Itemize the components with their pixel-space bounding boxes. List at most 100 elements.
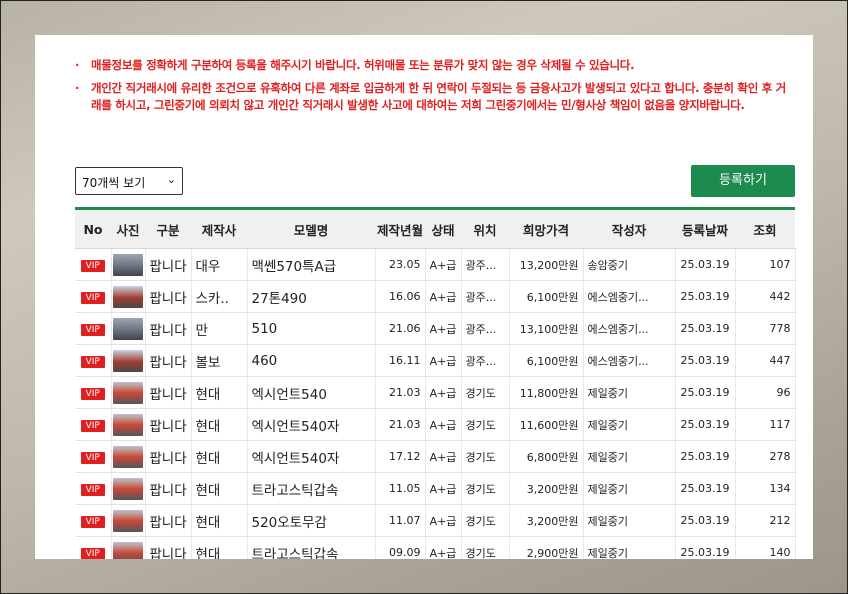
row-model-link[interactable]: 엑시언트540자	[247, 440, 376, 473]
col-header-location: 위치	[461, 210, 509, 249]
row-model-link[interactable]: 트라고스틱갑속	[247, 536, 376, 559]
truck-thumbnail[interactable]	[113, 541, 143, 559]
register-button[interactable]: 등록하기	[691, 165, 795, 197]
row-no: VIP	[75, 440, 112, 473]
row-photo[interactable]	[111, 344, 146, 377]
col-header-maker: 제작사	[191, 210, 247, 249]
row-photo[interactable]	[111, 504, 146, 537]
row-author: 제일중기	[583, 408, 676, 441]
row-photo[interactable]	[111, 376, 146, 409]
truck-thumbnail[interactable]	[113, 381, 143, 404]
row-condition: A+급	[425, 536, 462, 559]
vip-badge: VIP	[80, 387, 105, 400]
row-price: 11,600만원	[509, 408, 584, 441]
row-photo[interactable]	[111, 408, 146, 441]
vip-badge: VIP	[80, 323, 105, 336]
row-maker: 볼보	[191, 344, 248, 377]
col-header-model: 모델명	[247, 210, 375, 249]
row-no: VIP	[75, 312, 112, 345]
row-maker: 현대	[191, 536, 248, 559]
row-year: 21.06	[375, 312, 426, 345]
col-header-date: 등록날짜	[675, 210, 735, 249]
row-model-link[interactable]: 엑시언트540	[247, 376, 376, 409]
row-photo[interactable]	[111, 440, 146, 473]
row-type: 팝니다	[145, 344, 192, 377]
truck-thumbnail[interactable]	[113, 445, 143, 468]
truck-thumbnail[interactable]	[113, 253, 143, 276]
row-author: 에스엠중기...	[583, 344, 676, 377]
row-date: 25.03.19	[675, 408, 736, 441]
col-header-author: 작성자	[583, 210, 675, 249]
truck-thumbnail[interactable]	[113, 317, 143, 340]
table-row[interactable]: VIP 팝니다 볼보 460 16.11 A+급 광주... 6,100만원 에스엠중기... 2…	[75, 344, 796, 377]
row-no: VIP	[75, 280, 112, 313]
row-model-link[interactable]: 트라고스틱갑속	[247, 472, 376, 505]
row-condition: A+급	[425, 440, 462, 473]
col-header-price: 희망가격	[509, 210, 583, 249]
notice-text: 매물정보를 정확하게 구분하여 등록을 해주시기 바랍니다. 허위매물 또는 분…	[91, 58, 635, 72]
table-row[interactable]: VIP 팝니다 현대 엑시언트540자 21.03 A+급 경기도 11,600만원 제일중기 2…	[75, 408, 796, 441]
row-year: 16.11	[375, 344, 426, 377]
row-photo[interactable]	[111, 312, 146, 345]
row-type: 팝니다	[145, 536, 192, 559]
row-views: 442	[735, 280, 796, 313]
vip-badge: VIP	[80, 451, 105, 464]
notice-item: · 개인간 직거래시에 유리한 조건으로 유혹하여 다른 계좌로 입금하게 한 …	[75, 80, 795, 114]
row-author: 제일중기	[583, 440, 676, 473]
row-no: VIP	[75, 248, 112, 281]
row-date: 25.03.19	[675, 536, 736, 559]
table-row[interactable]: VIP 팝니다 현대 엑시언트540자 17.12 A+급 경기도 6,800만원 제일중기 25…	[75, 440, 796, 473]
row-model-link[interactable]: 510	[247, 312, 376, 345]
row-model-link[interactable]: 27톤490	[247, 280, 376, 313]
row-views: 117	[735, 408, 796, 441]
row-model-link[interactable]: 460	[247, 344, 376, 377]
table-row[interactable]: VIP 팝니다 현대 엑시언트540 21.03 A+급 경기도 11,800만원 제일중기 25…	[75, 376, 796, 409]
row-type: 팝니다	[145, 408, 192, 441]
row-model-link[interactable]: 엑시언트540자	[247, 408, 376, 441]
row-type: 팝니다	[145, 376, 192, 409]
table-row[interactable]: VIP 팝니다 대우 맥쎈570특A급 23.05 A+급 광주... 13,200만원 송암중…	[75, 248, 796, 281]
row-views: 96	[735, 376, 796, 409]
row-no: VIP	[75, 408, 112, 441]
row-views: 140	[735, 536, 796, 559]
row-date: 25.03.19	[675, 248, 736, 281]
row-model-link[interactable]: 520오토무감	[247, 504, 376, 537]
row-condition: A+급	[425, 280, 462, 313]
bullet-icon: ·	[75, 58, 80, 72]
truck-thumbnail[interactable]	[113, 477, 143, 500]
row-condition: A+급	[425, 472, 462, 505]
row-maker: 현대	[191, 376, 248, 409]
row-date: 25.03.19	[675, 472, 736, 505]
truck-thumbnail[interactable]	[113, 285, 143, 308]
row-location: 광주...	[461, 280, 510, 313]
truck-thumbnail[interactable]	[113, 509, 143, 532]
row-no: VIP	[75, 376, 112, 409]
table-row[interactable]: VIP 팝니다 현대 520오토무감 11.07 A+급 경기도 3,200만원 제일중기 25.…	[75, 504, 796, 537]
row-no: VIP	[75, 472, 112, 505]
row-condition: A+급	[425, 408, 462, 441]
row-price: 3,200만원	[509, 504, 584, 537]
row-photo[interactable]	[111, 248, 146, 281]
table-row[interactable]: VIP 팝니다 스카.. 27톤490 16.06 A+급 광주... 6,100만원 에스엠중…	[75, 280, 796, 313]
truck-thumbnail[interactable]	[113, 349, 143, 372]
row-condition: A+급	[425, 344, 462, 377]
page-size-select[interactable]: 70개씩 보기 ⌄	[75, 167, 183, 195]
row-photo[interactable]	[111, 536, 146, 559]
vip-badge: VIP	[80, 483, 105, 496]
listing-rows: VIP 팝니다 대우 맥쎈570특A급 23.05 A+급 광주... 13,200만원 송암중…	[75, 248, 796, 559]
table-row[interactable]: VIP 팝니다 현대 트라고스틱갑속 09.09 A+급 경기도 2,900만원 제일중기 25.…	[75, 536, 796, 559]
row-year: 23.05	[375, 248, 426, 281]
table-row[interactable]: VIP 팝니다 만 510 21.06 A+급 광주... 13,100만원 에스엠중기... 2…	[75, 312, 796, 345]
row-views: 212	[735, 504, 796, 537]
vip-badge: VIP	[80, 259, 105, 272]
row-model-link[interactable]: 맥쎈570특A급	[247, 248, 376, 281]
col-header-type: 구분	[145, 210, 191, 249]
vip-badge: VIP	[80, 515, 105, 528]
row-views: 447	[735, 344, 796, 377]
table-row[interactable]: VIP 팝니다 현대 트라고스틱갑속 11.05 A+급 경기도 3,200만원 제일중기 25.…	[75, 472, 796, 505]
row-type: 팝니다	[145, 504, 192, 537]
vip-badge: VIP	[80, 355, 105, 368]
truck-thumbnail[interactable]	[113, 413, 143, 436]
row-photo[interactable]	[111, 280, 146, 313]
row-photo[interactable]	[111, 472, 146, 505]
